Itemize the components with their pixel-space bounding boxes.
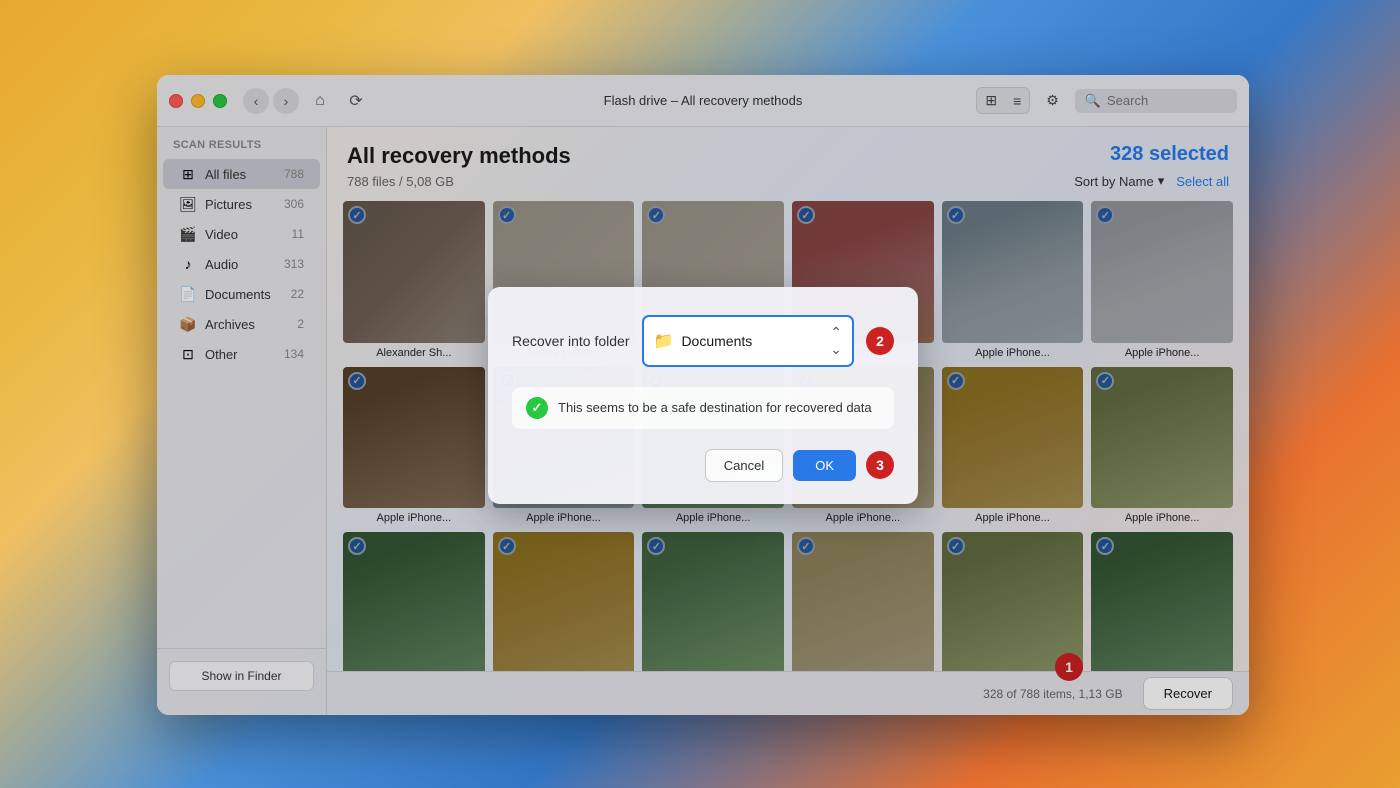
folder-name: Documents [681,333,822,349]
ok-button[interactable]: OK [793,450,856,481]
folder-select[interactable]: 📁 Documents ⌃⌄ [642,315,854,367]
dialog-overlay: Recover into folder 📁 Documents ⌃⌄ 2 ✓ T… [157,75,1249,715]
dialog-row: Recover into folder 📁 Documents ⌃⌄ 2 [512,315,894,367]
cancel-button[interactable]: Cancel [705,449,783,482]
step-badge-3: 3 [866,451,894,479]
dialog-message-text: This seems to be a safe destination for … [558,400,872,415]
dialog-buttons: Cancel OK 3 [512,449,894,482]
folder-icon: 📁 [654,331,674,351]
success-icon: ✓ [526,397,548,419]
recover-dialog: Recover into folder 📁 Documents ⌃⌄ 2 ✓ T… [488,287,918,504]
dialog-message: ✓ This seems to be a safe destination fo… [512,387,894,429]
dialog-label: Recover into folder [512,333,630,349]
main-window: ‹ › ⌂ ⟳ Flash drive – All recovery metho… [157,75,1249,715]
folder-chevron-button[interactable]: ⌃⌄ [830,324,842,358]
step-badge-2: 2 [866,327,894,355]
